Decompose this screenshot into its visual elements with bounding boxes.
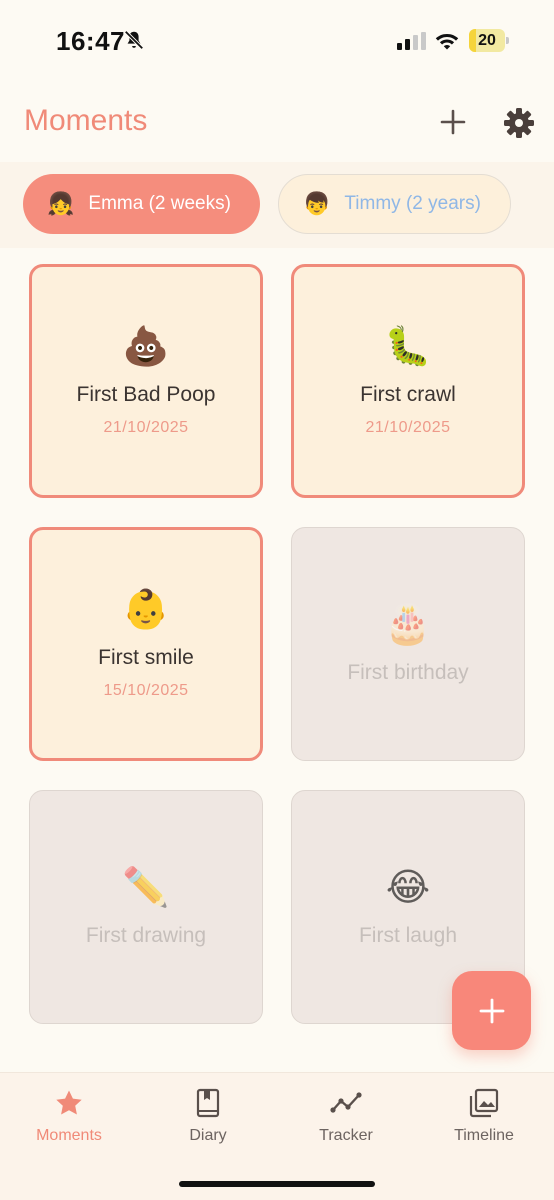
- book-icon: [196, 1088, 220, 1118]
- moment-card-first-drawing[interactable]: ✏️ First drawing: [29, 790, 263, 1024]
- moment-title: First crawl: [360, 383, 456, 406]
- add-icon[interactable]: [437, 106, 469, 138]
- moment-date: 15/10/2025: [103, 682, 189, 699]
- moment-title: First smile: [98, 646, 194, 669]
- laughing-emoji-icon: 😂: [385, 867, 431, 909]
- status-time: 16:47: [56, 26, 125, 56]
- moment-card-first-birthday[interactable]: 🎂 First birthday: [291, 527, 525, 761]
- plus-icon: [479, 998, 504, 1023]
- signal-icon: [397, 32, 426, 50]
- child-tab-label: Timmy (2 years): [344, 193, 481, 214]
- nav-moments[interactable]: Moments: [14, 1087, 124, 1145]
- child-tab-emma[interactable]: 👧 Emma (2 weeks): [23, 174, 260, 234]
- wifi-icon: [435, 34, 459, 50]
- child-tab-label: Emma (2 weeks): [88, 193, 231, 214]
- page-title: Moments: [24, 104, 148, 137]
- nav-tracker[interactable]: Tracker: [291, 1087, 401, 1145]
- girl-emoji-icon: 👧: [47, 191, 75, 216]
- battery-indicator: 20: [469, 29, 509, 52]
- moment-title: First drawing: [85, 924, 207, 947]
- moment-card-first-crawl[interactable]: 🐛 First crawl 21/10/2025: [291, 264, 525, 498]
- trend-line-icon: [330, 1092, 362, 1113]
- moment-title: First Bad Poop: [76, 383, 216, 406]
- photo-stack-icon: [469, 1088, 499, 1118]
- add-moment-button[interactable]: [452, 971, 531, 1050]
- moment-date: 21/10/2025: [365, 419, 451, 436]
- bell-muted-icon: [124, 30, 144, 50]
- pencil-emoji-icon: ✏️: [122, 867, 170, 909]
- nav-label: Diary: [189, 1127, 227, 1144]
- status-bar: 16:47 20: [0, 0, 554, 84]
- star-icon: [56, 1090, 82, 1115]
- boy-emoji-icon: 👦: [303, 191, 331, 216]
- moment-title: First birthday: [347, 661, 469, 684]
- nav-label: Timeline: [454, 1127, 514, 1144]
- moment-card-first-bad-poop[interactable]: 💩 First Bad Poop 21/10/2025: [29, 264, 263, 498]
- moment-date: 21/10/2025: [103, 419, 189, 436]
- poop-emoji-icon: 💩: [122, 326, 170, 368]
- caterpillar-emoji-icon: 🐛: [384, 326, 432, 368]
- baby-emoji-icon: 👶: [122, 589, 170, 631]
- child-selector: 👧 Emma (2 weeks) 👦 Timmy (2 years): [0, 162, 554, 248]
- home-indicator: [179, 1181, 375, 1187]
- moment-card-first-smile[interactable]: 👶 First smile 15/10/2025: [29, 527, 263, 761]
- child-tab-timmy[interactable]: 👦 Timmy (2 years): [278, 174, 511, 234]
- nav-diary[interactable]: Diary: [153, 1087, 263, 1145]
- nav-label: Tracker: [319, 1127, 373, 1144]
- gear-icon[interactable]: [503, 107, 535, 139]
- nav-label: Moments: [36, 1127, 102, 1144]
- screen: 16:47 20 Moments 👧 Emma (2 weeks) 👦 Timm…: [0, 0, 554, 1200]
- cake-emoji-icon: 🎂: [384, 604, 432, 646]
- nav-timeline[interactable]: Timeline: [429, 1087, 539, 1145]
- moment-title: First laugh: [358, 924, 458, 947]
